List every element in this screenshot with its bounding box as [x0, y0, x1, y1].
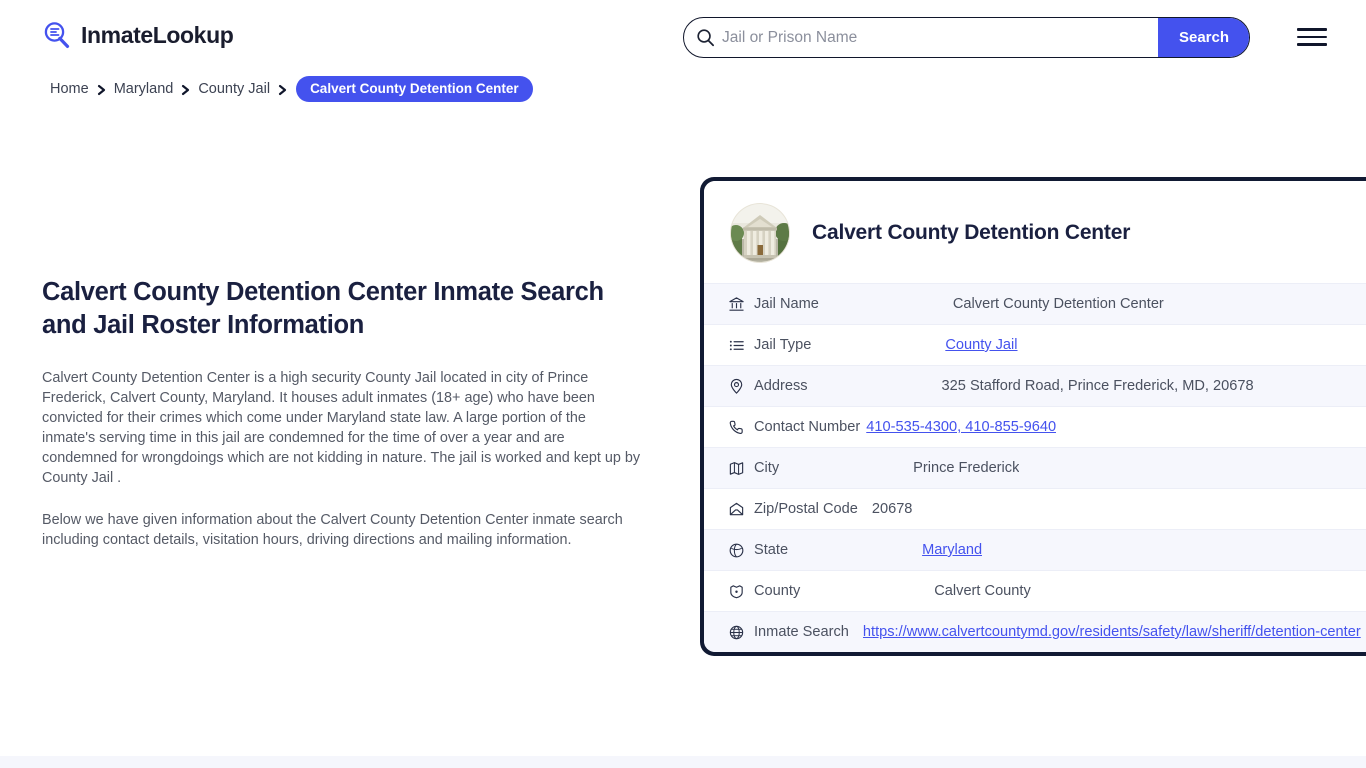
row-label: Zip/Postal Code [754, 501, 858, 517]
jail-info-card: Calvert County Detention Center Jail Nam… [700, 177, 1366, 656]
globe-alt-icon [728, 624, 754, 641]
table-row: City Prince Frederick [704, 447, 1366, 488]
courthouse-photo [730, 203, 790, 263]
badge-icon [728, 583, 754, 600]
secondary-paragraph: Below we have given information about th… [42, 512, 623, 548]
row-value: Calvert County [934, 583, 1031, 599]
card-title: Calvert County Detention Center [812, 221, 1131, 244]
search-bar: Search [683, 17, 1250, 58]
table-row: Jail Type County Jail [704, 324, 1366, 365]
brand-name: InmateLookup [81, 21, 234, 48]
row-label: Address [754, 378, 808, 394]
row-value: 20678 [871, 501, 913, 517]
globe-icon [728, 542, 754, 559]
phone-icon [728, 419, 754, 436]
row-label: County [754, 583, 801, 599]
table-row: Address 325 Stafford Road, Prince Freder… [704, 365, 1366, 406]
list-icon [728, 337, 754, 354]
site-header: InmateLookup Search [0, 0, 1366, 72]
breadcrumb-current-page: Calvert County Detention Center [296, 76, 533, 102]
envelope-icon [728, 501, 754, 518]
chevron-right-icon [97, 84, 106, 95]
search-button[interactable]: Search [1158, 18, 1249, 57]
row-value-link[interactable]: https://www.calvertcountymd.gov/resident… [863, 624, 1361, 640]
brand-logo-link[interactable]: InmateLookup [42, 20, 234, 50]
menu-bar-3 [1297, 43, 1327, 46]
table-row: State Maryland [704, 529, 1366, 570]
row-value-link[interactable]: 410-535-4300, 410-855-9640 [866, 419, 1056, 435]
bank-icon [728, 296, 754, 313]
row-label: Jail Type [754, 337, 812, 353]
hamburger-menu-icon[interactable] [1297, 25, 1327, 49]
chevron-right-icon [181, 84, 190, 95]
row-value: 325 Stafford Road, Prince Frederick, MD,… [941, 378, 1254, 394]
table-row: County Calvert County [704, 570, 1366, 611]
magnifier-list-icon [42, 20, 72, 50]
intro-paragraph: Calvert County Detention Center is a hig… [42, 370, 641, 486]
row-label: Contact Number [754, 419, 861, 435]
chevron-right-icon [278, 84, 287, 95]
page-root: InmateLookup Search Home Maryland [0, 0, 1366, 768]
breadcrumb-item-home[interactable]: Home [50, 81, 89, 97]
jail-info-card-inner: Calvert County Detention Center Jail Nam… [704, 181, 1366, 652]
row-value: Prince Frederick [913, 460, 1020, 476]
breadcrumb-item-maryland[interactable]: Maryland [114, 81, 174, 97]
row-value: Calvert County Detention Center [952, 296, 1164, 312]
table-row: Inmate Search https://www.calvertcountym… [704, 611, 1366, 652]
table-row: Jail Name Calvert County Detention Cente… [704, 283, 1366, 324]
map-icon [728, 460, 754, 477]
table-row: Zip/Postal Code 20678 [704, 488, 1366, 529]
article-content: Calvert County Detention Center Inmate S… [42, 276, 642, 572]
row-label: City [754, 460, 780, 476]
row-value-link[interactable]: County Jail [945, 337, 1017, 353]
footer-band [0, 756, 1366, 768]
row-value-link[interactable]: Maryland [922, 542, 982, 558]
row-label: Jail Name [754, 296, 819, 312]
row-label: State [754, 542, 789, 558]
breadcrumb: Home Maryland County Jail Calvert County… [50, 76, 533, 102]
menu-bar-2 [1297, 35, 1327, 39]
jail-details-table: Jail Name Calvert County Detention Cente… [704, 283, 1366, 652]
breadcrumb-item-county-jail[interactable]: County Jail [198, 81, 270, 97]
menu-bar-1 [1297, 28, 1327, 31]
jail-info-card-header: Calvert County Detention Center [704, 181, 1366, 283]
search-icon [684, 18, 718, 57]
table-row: Contact Number 410-535-4300, 410-855-964… [704, 406, 1366, 447]
location-pin-icon [728, 378, 754, 395]
search-input[interactable] [718, 18, 1158, 57]
row-label: Inmate Search [754, 624, 849, 640]
page-title: Calvert County Detention Center Inmate S… [42, 278, 604, 339]
